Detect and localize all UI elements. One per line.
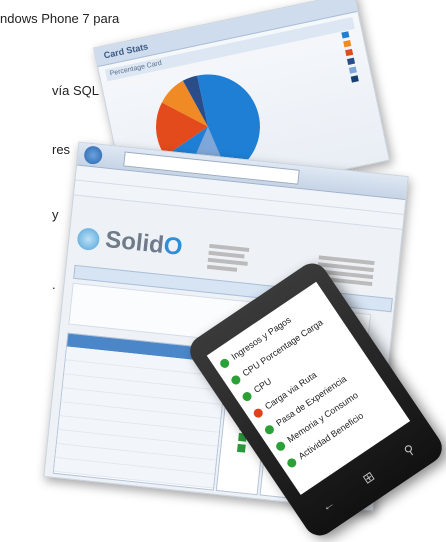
logo-o: O — [162, 232, 184, 261]
article-text-line-2: vía SQL — [52, 83, 99, 98]
back-icon[interactable]: ← — [316, 493, 341, 518]
status-dot — [263, 423, 276, 437]
status-dot — [229, 373, 243, 387]
info-block-left — [206, 241, 250, 276]
article-text-line-5: . — [52, 277, 56, 292]
legend-item — [351, 74, 364, 85]
search-icon[interactable]: ⚲ — [397, 438, 422, 463]
status-indicator — [236, 443, 246, 453]
solido-logo: SolidO — [104, 226, 184, 262]
pie-legend — [341, 30, 365, 85]
article-text-line-4: y — [52, 207, 59, 222]
windows-icon[interactable]: ⊞ — [356, 465, 381, 490]
status-dot — [285, 456, 299, 470]
status-dot — [252, 406, 265, 420]
logo-text: Solid — [104, 225, 166, 259]
solido-logo-mark — [76, 227, 101, 252]
article-text-line-1: ndows Phone 7 para — [0, 11, 120, 26]
status-dot — [240, 390, 254, 403]
status-dot — [218, 357, 232, 370]
status-dot — [274, 440, 287, 453]
article-text-line-3: res — [52, 142, 71, 157]
back-button[interactable] — [83, 145, 104, 166]
